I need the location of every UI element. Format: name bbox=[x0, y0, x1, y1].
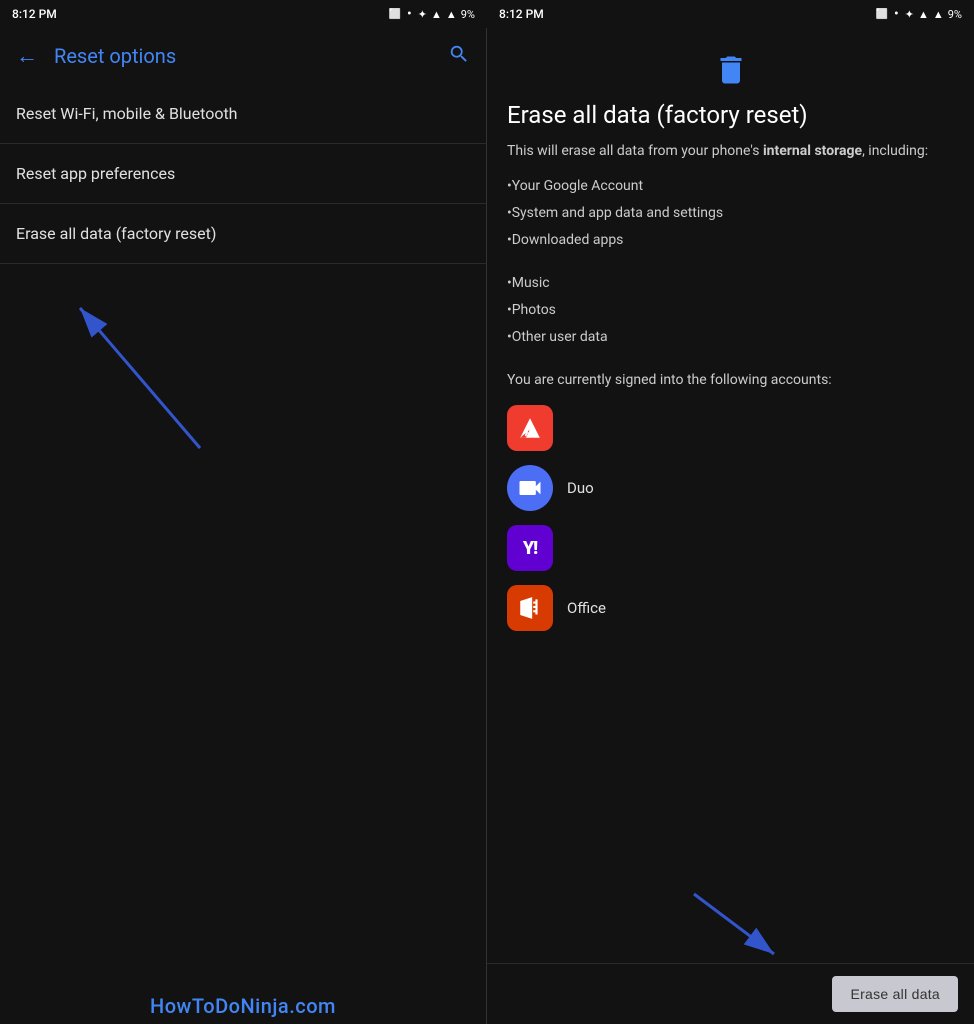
right-status-icons: ⬜ • ✦ ▲ ▲ 9% bbox=[876, 6, 962, 22]
right-content: Erase all data (factory reset) This will… bbox=[487, 28, 974, 963]
right-wifi-icon: ▲ bbox=[918, 8, 929, 21]
erase-title: Erase all data (factory reset) bbox=[507, 100, 954, 131]
desc-prefix: This will erase all data from your phone… bbox=[507, 143, 763, 159]
search-button[interactable] bbox=[448, 43, 470, 70]
menu-item-app[interactable]: Reset app preferences bbox=[0, 144, 486, 204]
account-row-office: Office bbox=[507, 585, 954, 631]
bullet-google: •Your Google Account bbox=[507, 176, 954, 197]
account-row-adobe: A bbox=[507, 405, 954, 451]
bluetooth-icon: ✦ bbox=[418, 8, 427, 21]
bullet-music: •Music bbox=[507, 273, 954, 294]
right-dot: • bbox=[894, 6, 899, 22]
wifi-icon: ▲ bbox=[431, 8, 442, 21]
left-panel: ← Reset options Reset Wi-Fi, mobile & Bl… bbox=[0, 28, 487, 1024]
left-battery: 9% bbox=[461, 8, 475, 21]
left-time: 8:12 PM bbox=[12, 7, 57, 21]
top-bar: ← Reset options bbox=[0, 28, 486, 84]
left-status-bar: 8:12 PM ⬜ • ✦ ▲ ▲ 9% bbox=[0, 0, 487, 28]
account-row-duo: Duo bbox=[507, 465, 954, 511]
accounts-text: You are currently signed into the follow… bbox=[507, 370, 954, 391]
bullet-system: •System and app data and settings bbox=[507, 203, 954, 224]
desc-bold: internal storage bbox=[763, 143, 862, 159]
menu-item-wifi[interactable]: Reset Wi-Fi, mobile & Bluetooth bbox=[0, 84, 486, 144]
signal-icon: ▲ bbox=[446, 8, 457, 21]
bullet-photos: •Photos bbox=[507, 300, 954, 321]
bottom-bar: Erase all data bbox=[487, 963, 974, 1024]
screenshot-icon: ⬜ bbox=[389, 9, 401, 20]
adobe-icon: A bbox=[507, 405, 553, 451]
menu-item-factory[interactable]: Erase all data (factory reset) bbox=[0, 204, 486, 264]
back-button[interactable]: ← bbox=[16, 43, 38, 69]
office-name: Office bbox=[567, 599, 606, 617]
dot-left: • bbox=[407, 6, 412, 22]
duo-icon bbox=[507, 465, 553, 511]
office-icon bbox=[507, 585, 553, 631]
right-status-bar: 8:12 PM ⬜ • ✦ ▲ ▲ 9% bbox=[487, 0, 974, 28]
right-bluetooth-icon: ✦ bbox=[905, 8, 914, 21]
duo-name: Duo bbox=[567, 479, 594, 497]
bullet-userdata: •Other user data bbox=[507, 327, 954, 348]
erase-all-button[interactable]: Erase all data bbox=[832, 976, 958, 1012]
bullet-apps: •Downloaded apps bbox=[507, 230, 954, 251]
left-status-icons: ⬜ • ✦ ▲ ▲ 9% bbox=[389, 6, 475, 22]
right-battery: 9% bbox=[948, 8, 962, 21]
account-row-yahoo: Y! bbox=[507, 525, 954, 571]
trash-icon-container bbox=[507, 52, 954, 88]
right-panel: Erase all data (factory reset) This will… bbox=[487, 28, 974, 1024]
right-signal-icon: ▲ bbox=[933, 8, 944, 21]
desc-suffix: , including: bbox=[862, 143, 928, 159]
right-screenshot-icon: ⬜ bbox=[876, 9, 888, 20]
erase-description: This will erase all data from your phone… bbox=[507, 141, 954, 162]
screen-title: Reset options bbox=[54, 44, 432, 68]
svg-text:A: A bbox=[524, 425, 533, 439]
right-time: 8:12 PM bbox=[499, 7, 544, 21]
watermark: HowToDoNinja.com bbox=[0, 994, 486, 1018]
trash-icon bbox=[713, 52, 749, 88]
yahoo-icon: Y! bbox=[507, 525, 553, 571]
